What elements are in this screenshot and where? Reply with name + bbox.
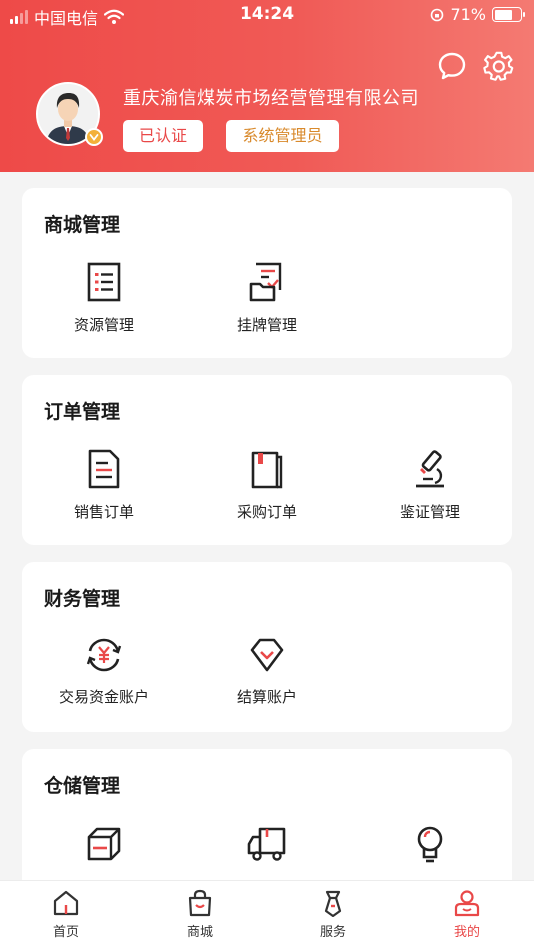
microscope-icon bbox=[416, 450, 444, 488]
certified-tag: 已认证 bbox=[123, 120, 203, 152]
order-management-card: 订单管理 销售订单 采购订单 鉴证管理 bbox=[22, 375, 512, 545]
verified-badge-icon bbox=[85, 128, 103, 146]
sales-doc-icon bbox=[88, 449, 120, 489]
tab-label: 首页 bbox=[52, 925, 79, 940]
warehouse-box-icon bbox=[87, 827, 121, 861]
tab-label: 我的 bbox=[453, 925, 480, 940]
warehouse-item[interactable] bbox=[29, 825, 179, 863]
tab-service[interactable]: 服务 bbox=[283, 889, 383, 940]
battery-icon bbox=[492, 7, 525, 22]
settlement-account-item[interactable]: 结算账户 bbox=[192, 636, 342, 707]
shopping-bag-icon bbox=[188, 889, 212, 917]
company-name: 重庆渝信煤炭市场经营管理有限公司 bbox=[123, 88, 419, 109]
finance-management-card: 财务管理 交易资金账户 结算账户 bbox=[22, 562, 512, 732]
tab-label: 商城 bbox=[186, 925, 213, 940]
list-doc-icon bbox=[87, 262, 121, 302]
truck-icon bbox=[247, 827, 286, 861]
section-title: 订单管理 bbox=[44, 401, 121, 423]
item-label: 交易资金账户 bbox=[58, 688, 149, 706]
resource-management-item[interactable]: 资源管理 bbox=[29, 262, 179, 335]
section-title: 仓储管理 bbox=[44, 775, 121, 797]
item-label: 采购订单 bbox=[236, 503, 297, 521]
status-bar: 中国电信 14:24 71% bbox=[0, 0, 534, 30]
item-label: 挂牌管理 bbox=[236, 316, 297, 334]
listing-management-item[interactable]: 挂牌管理 bbox=[192, 262, 342, 335]
verification-management-item[interactable]: 鉴证管理 bbox=[355, 449, 505, 522]
item-label: 结算账户 bbox=[236, 688, 297, 706]
section-title: 财务管理 bbox=[44, 588, 121, 610]
profile-icon bbox=[454, 890, 480, 917]
settings-icon[interactable] bbox=[483, 50, 515, 82]
warehouse-management-card: 仓储管理 bbox=[22, 749, 512, 899]
home-icon bbox=[53, 890, 79, 916]
item-label: 鉴证管理 bbox=[399, 503, 460, 521]
purchase-order-item[interactable]: 采购订单 bbox=[192, 449, 342, 522]
tab-label: 服务 bbox=[319, 925, 346, 940]
listing-folder-icon bbox=[249, 262, 282, 302]
message-icon[interactable] bbox=[436, 50, 468, 82]
section-title: 商城管理 bbox=[44, 214, 121, 236]
yuan-exchange-icon bbox=[86, 638, 122, 672]
sales-order-item[interactable]: 销售订单 bbox=[29, 449, 179, 522]
logistics-item[interactable] bbox=[192, 825, 342, 863]
bulb-icon bbox=[417, 826, 443, 863]
purchase-book-icon bbox=[251, 451, 283, 489]
tab-mine[interactable]: 我的 bbox=[417, 889, 517, 940]
item-label: 销售订单 bbox=[73, 503, 134, 521]
orientation-lock-icon bbox=[431, 8, 444, 21]
diamond-account-icon bbox=[250, 638, 284, 672]
service-tie-icon bbox=[324, 890, 342, 917]
trade-fund-account-item[interactable]: 交易资金账户 bbox=[29, 636, 179, 707]
mall-management-card: 商城管理 资源管理 挂牌管理 bbox=[22, 188, 512, 358]
bottom-tab-bar: 首页 商城 服务 我的 bbox=[0, 880, 534, 950]
tab-mall[interactable]: 商城 bbox=[150, 889, 250, 940]
item-label: 资源管理 bbox=[73, 316, 134, 334]
inspection-item[interactable] bbox=[355, 825, 505, 865]
role-tag: 系统管理员 bbox=[226, 120, 339, 152]
battery-percent: 71% bbox=[450, 5, 486, 24]
profile-header: 中国电信 14:24 71% 重庆渝信煤炭市场经营管理有限公司 已认证 系统管理… bbox=[0, 0, 534, 172]
tab-home[interactable]: 首页 bbox=[16, 889, 116, 940]
